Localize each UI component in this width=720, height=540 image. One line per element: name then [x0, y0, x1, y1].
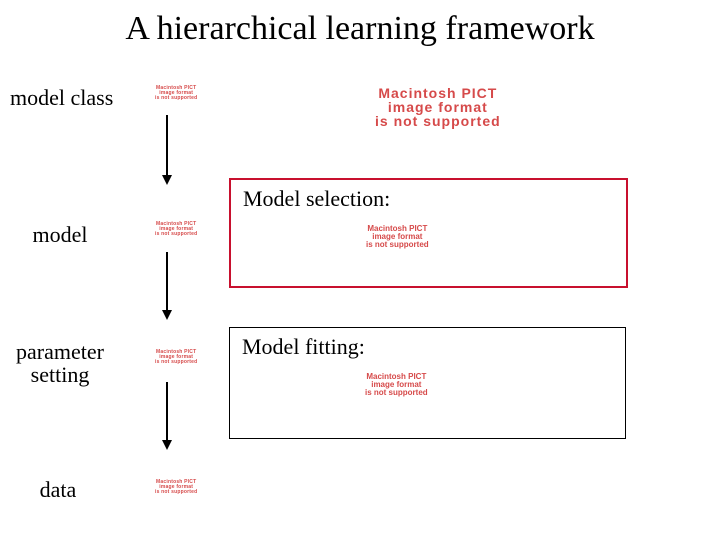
pict-error-box: Macintosh PICT image format is not suppo…: [365, 373, 428, 397]
model-selection-box: Model selection: Macintosh PICT image fo…: [229, 178, 628, 288]
level-label-data: data: [28, 478, 88, 501]
level-label-parameter-setting: parameter setting: [10, 340, 110, 386]
level-label-model-class: model class: [10, 86, 120, 109]
pict-error-badge: Macintosh PICT image format is not suppo…: [155, 86, 197, 101]
pict-error-large: Macintosh PICT image format is not suppo…: [375, 86, 501, 128]
pict-error-badge: Macintosh PICT image format is not suppo…: [155, 222, 197, 237]
pict-error-box: Macintosh PICT image format is not suppo…: [366, 225, 429, 249]
pict-error-badge: Macintosh PICT image format is not suppo…: [155, 350, 197, 365]
model-fitting-box: Model fitting: Macintosh PICT image form…: [229, 327, 626, 439]
pict-error-badge: Macintosh PICT image format is not suppo…: [155, 480, 197, 495]
model-fitting-title: Model fitting:: [242, 334, 365, 360]
model-selection-title: Model selection:: [243, 186, 390, 212]
level-label-model: model: [10, 223, 110, 246]
page-title: A hierarchical learning framework: [0, 10, 720, 48]
